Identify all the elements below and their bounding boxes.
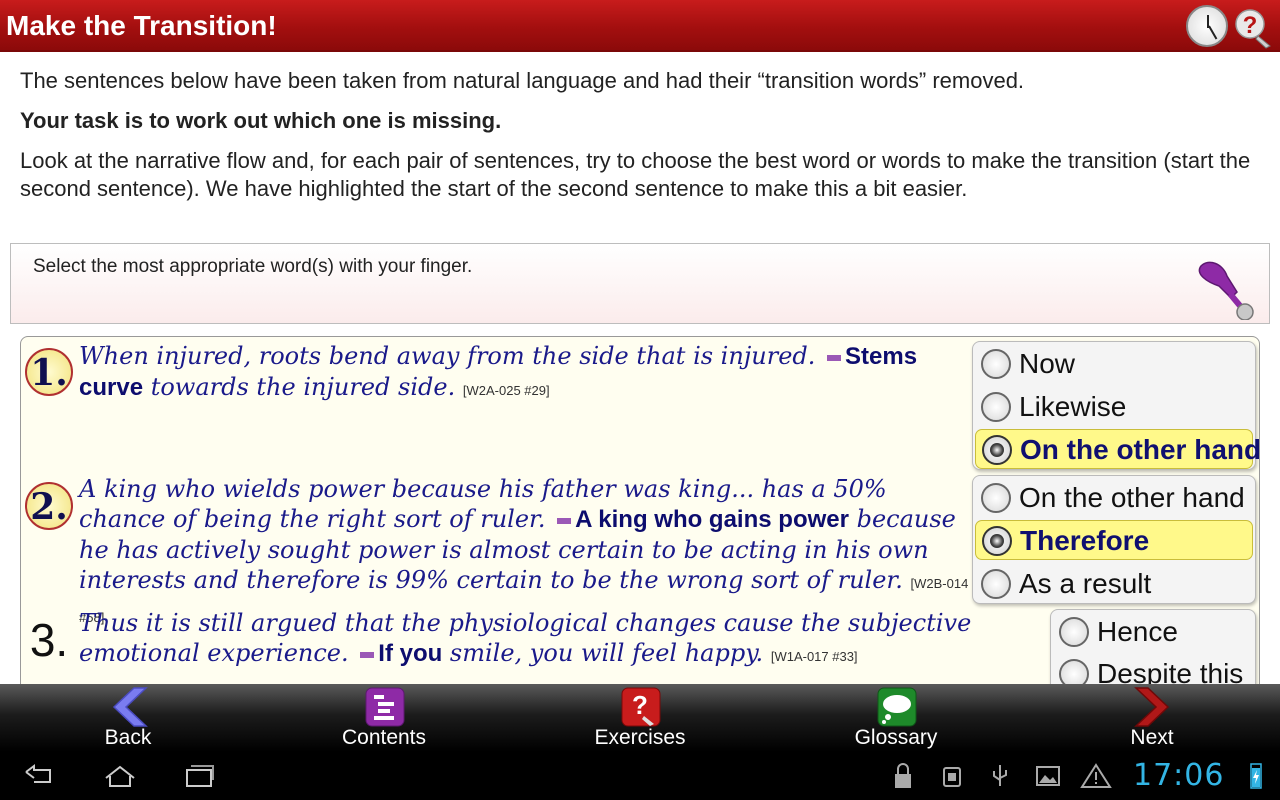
back-label: Back [104, 726, 152, 749]
image-notification-icon [1036, 766, 1060, 786]
blank-marker [827, 354, 842, 361]
next-button[interactable]: Next [1082, 684, 1222, 752]
highlighted-start: If you [378, 640, 443, 667]
glossary-button[interactable]: Glossary [826, 684, 966, 752]
title-bar: Make the Transition! ? [0, 0, 1280, 52]
warning-icon [1080, 763, 1112, 788]
clock-icon[interactable] [1186, 5, 1228, 47]
battery-icon [1250, 763, 1262, 789]
next-label: Next [1130, 726, 1174, 749]
back-arrow-icon [112, 687, 148, 727]
exercises-button[interactable]: ? Exercises [570, 684, 710, 752]
radio-selected-icon[interactable] [982, 435, 1012, 465]
options-group: Hence Despite this [1050, 609, 1256, 695]
source-reference: [W2A-025 #29] [462, 383, 550, 398]
options-group: Now Likewise On the other hand [972, 341, 1259, 470]
svg-text:?: ? [632, 690, 648, 720]
question-number: 1. [25, 348, 73, 396]
exercise-panel[interactable]: 1. When injured, roots bend away from th… [20, 336, 1260, 696]
glossary-label: Glossary [854, 726, 938, 749]
exercises-icon: ? [621, 687, 661, 727]
intro-paragraph: The sentences below have been taken from… [20, 68, 1025, 93]
svg-text:?: ? [1243, 12, 1258, 39]
contents-button[interactable]: Contents [314, 684, 454, 752]
instructions-paragraph: Look at the narrative flow and, for each… [20, 148, 1251, 201]
back-system-icon[interactable] [22, 762, 56, 790]
option-on-the-other-hand[interactable]: On the other hand [975, 429, 1259, 469]
back-button[interactable]: Back [58, 684, 198, 752]
question-sentence: Thus it is still argued that the physiol… [79, 609, 972, 667]
instruction-text: Select the most appropriate word(s) with… [33, 256, 473, 277]
question-sentence: When injured, roots bend away from the s… [79, 342, 918, 401]
radio-icon[interactable] [981, 349, 1011, 379]
option-now[interactable]: Now [975, 344, 1253, 384]
usb-icon [993, 765, 1007, 786]
option-as-a-result[interactable]: As a result [975, 564, 1253, 604]
system-bar: 17:06 [0, 752, 1280, 800]
next-arrow-icon [1134, 687, 1170, 727]
help-icon[interactable]: ? [1232, 6, 1276, 50]
radio-icon[interactable] [1059, 617, 1089, 647]
android-debug-icon [943, 767, 961, 787]
contents-label: Contents [341, 726, 427, 749]
task-heading: Your task is to work out which one is mi… [20, 108, 502, 133]
exercises-label: Exercises [594, 726, 686, 749]
instruction-box: Select the most appropriate word(s) with… [10, 243, 1270, 324]
blank-marker [360, 651, 375, 658]
bottom-nav-bar: Back Contents ? Exercises Glossary Next [0, 684, 1280, 752]
radio-icon[interactable] [981, 569, 1011, 599]
pointer-icon [1198, 261, 1254, 320]
question-number: 2. [25, 482, 73, 530]
app-title: Make the Transition! [6, 10, 277, 41]
blank-marker [557, 517, 572, 524]
glossary-icon [877, 687, 917, 727]
options-group: On the other hand Therefore As a result [972, 475, 1256, 604]
contents-icon [365, 687, 405, 727]
option-on-the-other-hand[interactable]: On the other hand [975, 478, 1253, 518]
radio-selected-icon[interactable] [982, 526, 1012, 556]
source-reference: [W1A-017 #33] [770, 649, 858, 664]
home-system-icon[interactable] [103, 762, 137, 790]
radio-icon[interactable] [981, 392, 1011, 422]
option-likewise[interactable]: Likewise [975, 387, 1253, 427]
highlighted-start: A king who gains power [575, 506, 849, 533]
lock-icon [895, 763, 911, 788]
option-therefore[interactable]: Therefore [975, 520, 1253, 560]
option-hence[interactable]: Hence [1053, 612, 1253, 652]
system-clock: 17:06 [1133, 758, 1225, 793]
radio-icon[interactable] [981, 483, 1011, 513]
question-number: 3. [29, 614, 69, 666]
recent-apps-icon[interactable] [183, 762, 217, 790]
